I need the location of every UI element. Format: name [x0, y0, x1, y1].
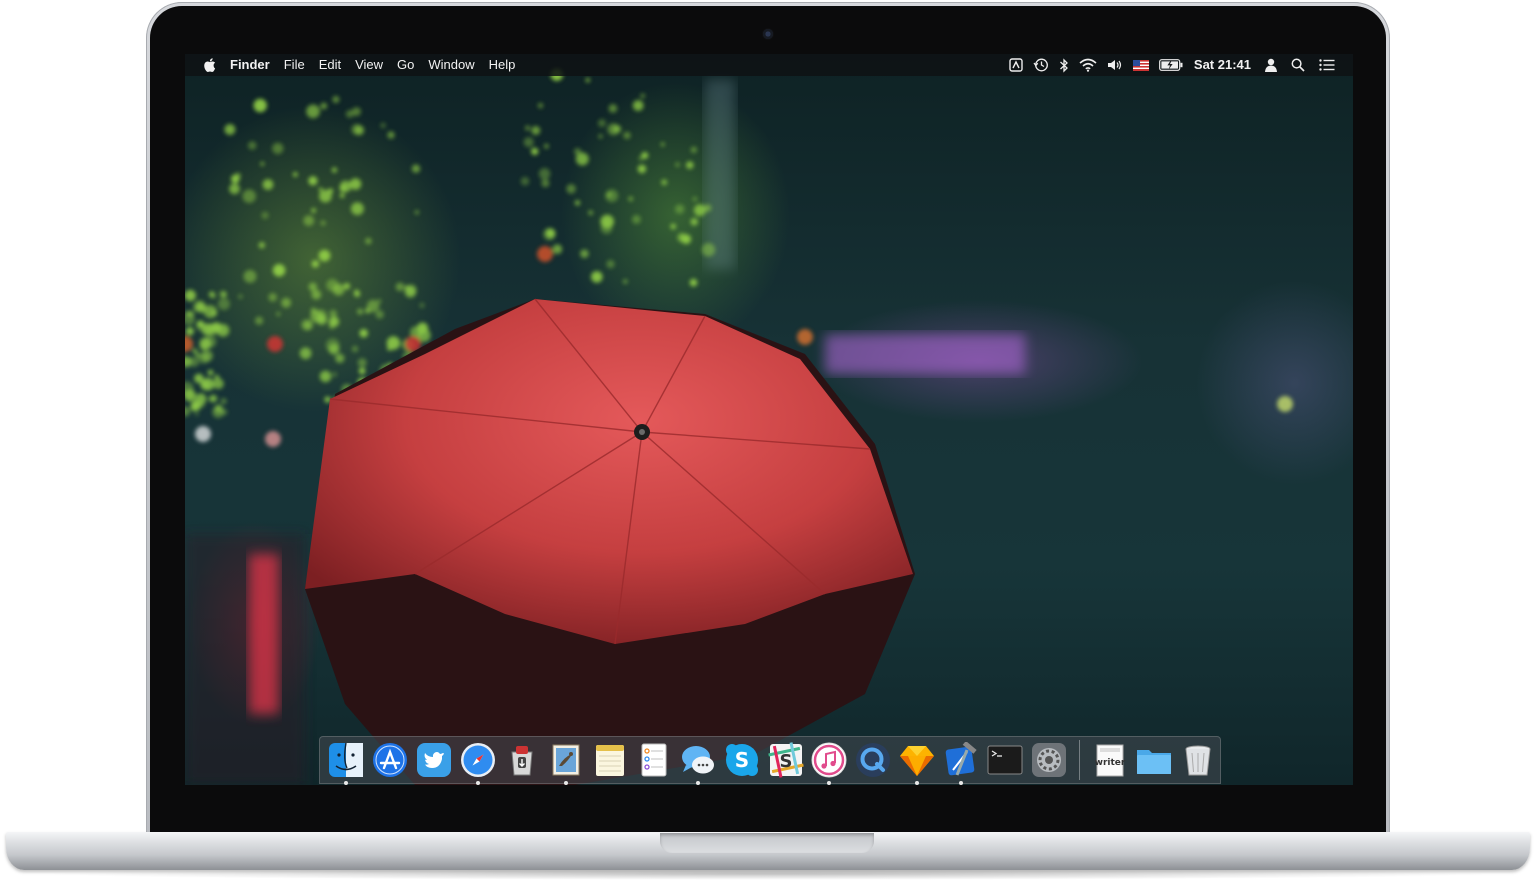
wifi-icon[interactable] [1074, 54, 1102, 76]
slack-icon: S [767, 742, 804, 778]
menu-file[interactable]: File [277, 54, 312, 76]
safari-icon [460, 743, 495, 777]
dock-sketch[interactable] [897, 740, 937, 785]
menu-view[interactable]: View [348, 54, 390, 76]
messages-icon [681, 746, 714, 774]
folder-icon [1137, 750, 1172, 774]
transmit-icon [511, 746, 533, 776]
us-flag-input-icon[interactable] [1128, 54, 1154, 76]
trash-icon [1185, 745, 1211, 776]
dock-mail[interactable] [546, 740, 586, 785]
menu-edit[interactable]: Edit [312, 54, 348, 76]
dock-finder[interactable] [326, 740, 366, 785]
dock-itunes[interactable] [809, 740, 849, 785]
apple-menu-icon[interactable] [203, 57, 217, 73]
dock-slack[interactable]: S [766, 740, 806, 780]
document-icon: writer [1095, 744, 1126, 777]
user-icon[interactable] [1259, 54, 1283, 76]
xcode-icon [946, 742, 977, 776]
red-umbrella [305, 298, 915, 785]
dock-twitter[interactable] [414, 740, 454, 780]
terminal-icon [987, 745, 1023, 775]
menu-help[interactable]: Help [482, 54, 523, 76]
dock-reminders[interactable] [634, 740, 674, 780]
notes-icon [595, 745, 624, 776]
bluetooth-icon[interactable] [1054, 54, 1074, 76]
dock-trash[interactable] [1178, 740, 1218, 780]
menu-bar: Finder File Edit View Go Window Help Sat… [185, 54, 1353, 76]
desktop[interactable]: Finder File Edit View Go Window Help Sat… [185, 54, 1353, 785]
reminders-icon [641, 743, 667, 777]
time-machine-icon[interactable] [1028, 54, 1054, 76]
dock-xcode[interactable] [941, 740, 981, 785]
dock-skype[interactable]: S [722, 740, 762, 780]
wallpaper-image [185, 68, 1293, 785]
dock-notes[interactable] [590, 740, 630, 780]
twitter-icon [416, 743, 451, 777]
dock-folder[interactable] [1134, 740, 1174, 780]
camera-icon [762, 28, 774, 40]
dock-messages[interactable] [678, 740, 718, 785]
dock-separator [1079, 740, 1081, 780]
running-indicator [695, 781, 700, 785]
menu-app-name[interactable]: Finder [223, 54, 277, 76]
dock-app-store[interactable] [370, 740, 410, 780]
dock-writer-document[interactable]: writer [1090, 740, 1130, 780]
app-status-icon[interactable] [1004, 54, 1028, 76]
quicktime-icon [856, 743, 891, 777]
dock-quicktime[interactable] [853, 740, 893, 780]
mail-icon [552, 744, 580, 776]
svg-text:S: S [734, 748, 748, 772]
skype-icon: S [725, 744, 758, 776]
dock-safari[interactable] [458, 740, 498, 785]
dock-transmit[interactable] [502, 740, 542, 780]
dock-system-preferences[interactable] [1029, 740, 1069, 780]
sketch-icon [900, 746, 935, 776]
dock-terminal[interactable] [985, 740, 1025, 780]
menu-window[interactable]: Window [421, 54, 481, 76]
menu-go[interactable]: Go [390, 54, 421, 76]
system-preferences-icon [1032, 743, 1067, 777]
writer-label: writer [1095, 758, 1126, 768]
volume-icon[interactable] [1102, 54, 1128, 76]
svg-text:S: S [779, 751, 792, 772]
menu-clock[interactable]: Sat 21:41 [1188, 54, 1259, 76]
itunes-icon [811, 742, 847, 778]
battery-charging-icon[interactable] [1154, 54, 1188, 76]
lid-opening-notch [660, 833, 874, 853]
notification-center-icon[interactable] [1313, 54, 1353, 76]
running-indicator [563, 781, 568, 785]
app-store-icon [372, 743, 407, 777]
spotlight-search-icon[interactable] [1283, 54, 1313, 76]
dock: S S writer [319, 736, 1221, 785]
running-indicator [475, 781, 480, 785]
running-indicator [344, 781, 348, 785]
finder-icon [328, 742, 363, 777]
